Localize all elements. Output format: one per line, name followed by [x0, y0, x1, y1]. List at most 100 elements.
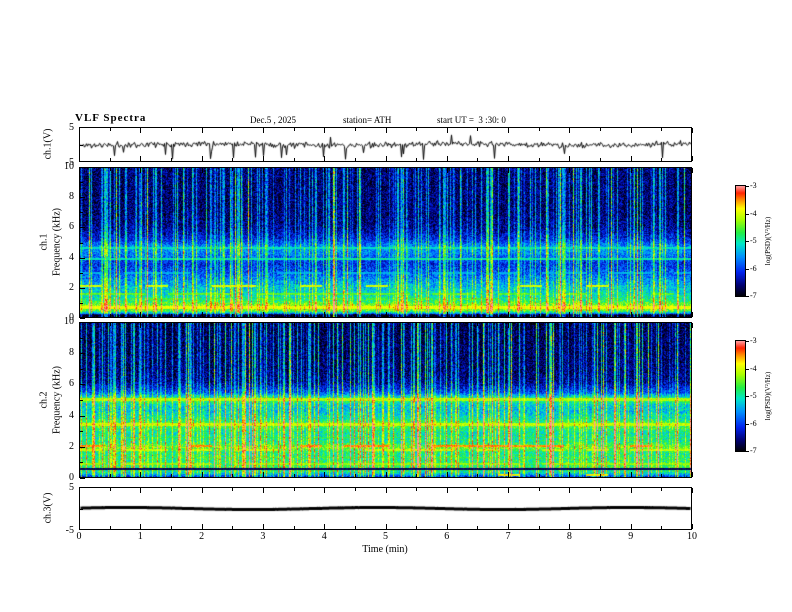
x-tick [140, 323, 142, 328]
x-tick-label: 4 [321, 531, 327, 542]
y-tick-label: 8 [69, 347, 74, 359]
colorbar-tick-label: -7 [750, 291, 757, 300]
x-minor-tick [232, 488, 234, 491]
x-minor-tick [477, 474, 479, 477]
figure-station: station= ATH [343, 115, 392, 125]
x-minor-tick [538, 488, 540, 491]
colorbar-tick-label: -4 [750, 208, 757, 218]
x-tick [630, 128, 632, 133]
x-minor-tick [170, 488, 172, 491]
x-minor-tick [600, 526, 602, 529]
y-tick [80, 318, 85, 319]
x-tick [385, 156, 387, 161]
x-minor-tick [538, 168, 540, 171]
x-tick [569, 488, 571, 493]
x-tick [692, 488, 693, 493]
x-tick [569, 524, 571, 529]
x-minor-tick [477, 323, 479, 326]
y-tick [80, 197, 85, 199]
colorbar-tick [746, 268, 749, 270]
x-minor-tick [354, 128, 356, 131]
time-axis-label: Time (min) [362, 544, 408, 555]
x-minor-tick [354, 526, 356, 529]
x-minor-tick [538, 128, 540, 131]
x-minor-tick [416, 526, 418, 529]
y-minor-tick [80, 431, 83, 433]
y-tick [80, 384, 85, 386]
x-tick [262, 488, 264, 493]
x-minor-tick [232, 323, 234, 326]
x-tick-label: 2 [199, 531, 205, 542]
x-tick [508, 156, 510, 161]
y-minor-tick [80, 462, 83, 464]
x-tick [630, 168, 632, 173]
colorbar-tick-label: -5 [750, 391, 757, 400]
x-minor-tick [416, 488, 418, 491]
x-tick [508, 323, 510, 328]
x-minor-tick [416, 474, 418, 477]
x-tick [140, 472, 142, 477]
x-tick [79, 312, 80, 317]
y-tick-label: 2 [69, 440, 74, 452]
y-tick [80, 508, 83, 510]
ch1-row-label: ch.1 [38, 233, 50, 251]
x-tick-label: 7 [505, 531, 511, 542]
x-tick [446, 128, 448, 133]
ch2-spectrogram-heatmap [80, 323, 691, 477]
x-tick [630, 156, 632, 161]
colorbar-tick-label: -3 [750, 181, 757, 190]
x-minor-tick [416, 314, 418, 317]
x-minor-tick [538, 323, 540, 326]
x-tick [140, 156, 142, 161]
x-minor-tick [600, 158, 602, 161]
x-minor-tick [170, 323, 172, 326]
colorbar-tick-label: -6 [750, 418, 757, 428]
colorbar-ch1-gradient [736, 186, 745, 296]
x-minor-tick [170, 158, 172, 161]
x-tick-label: 3 [260, 531, 266, 542]
x-tick [569, 168, 571, 173]
y-tick-label: 6 [69, 378, 74, 390]
y-tick-label: -5 [65, 157, 74, 168]
y-tick [80, 144, 83, 146]
colorbar-tick-label: -7 [750, 446, 757, 455]
x-tick [324, 312, 326, 317]
colorbar-ch1 [735, 185, 746, 297]
x-tick [79, 472, 80, 477]
x-minor-tick [232, 474, 234, 477]
x-minor-tick [109, 323, 111, 326]
x-minor-tick [600, 168, 602, 171]
y-tick-label: 4 [69, 251, 74, 263]
x-tick [262, 312, 264, 317]
x-tick [262, 128, 264, 133]
colorbar-tick [746, 368, 749, 370]
colorbar-tick [746, 451, 749, 452]
x-tick [508, 472, 510, 477]
y-minor-tick [80, 400, 83, 401]
x-tick [262, 524, 264, 529]
x-tick [446, 488, 448, 493]
x-tick [140, 524, 142, 529]
x-minor-tick [416, 323, 418, 326]
x-tick [692, 524, 693, 529]
x-tick [692, 323, 693, 328]
y-tick-label: 8 [69, 191, 74, 203]
y-tick-label: 5 [69, 122, 74, 133]
x-minor-tick [661, 128, 663, 131]
vlf-spectra-figure: VLF Spectra Dec.5 , 2025 station= ATH st… [0, 0, 792, 612]
x-tick [201, 156, 203, 161]
x-tick [630, 488, 632, 493]
y-minor-tick [80, 337, 83, 339]
x-minor-tick [416, 128, 418, 131]
y-tick-label: 5 [69, 482, 74, 493]
colorbar-tick [746, 186, 749, 187]
x-tick [79, 128, 80, 133]
x-tick [201, 312, 203, 317]
x-tick [692, 128, 693, 133]
x-tick [201, 488, 203, 493]
y-minor-tick [80, 368, 83, 370]
x-minor-tick [477, 128, 479, 131]
x-minor-tick [109, 526, 111, 529]
x-minor-tick [538, 314, 540, 317]
x-tick-label: 6 [444, 531, 450, 542]
